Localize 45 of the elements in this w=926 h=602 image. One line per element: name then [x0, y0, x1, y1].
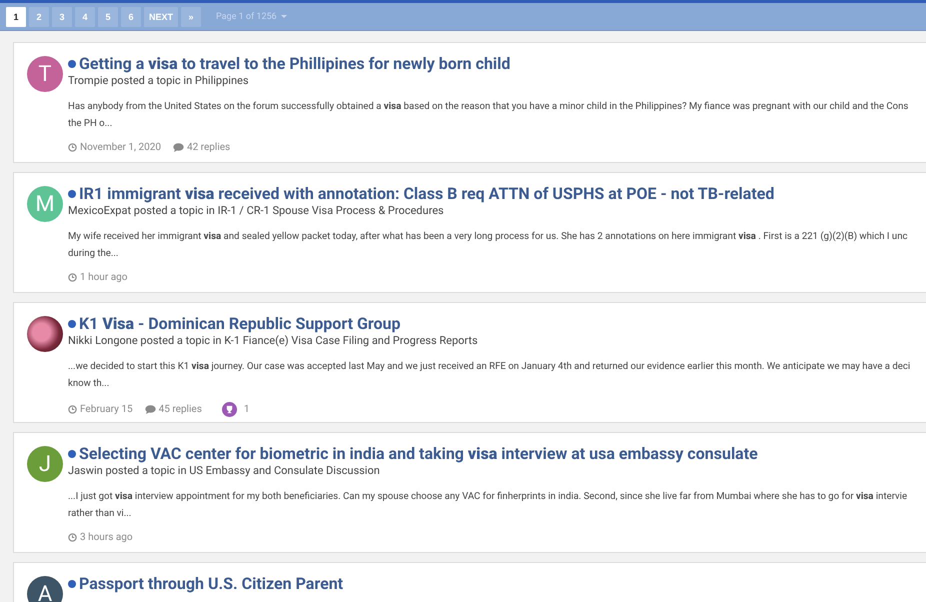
comment-icon — [144, 405, 156, 414]
topic-link[interactable]: Passport through U.S. Citizen Parent — [79, 574, 344, 593]
excerpt-text: My wife received her immigrant visa and sealed yellow packet today, after what has been a very long process for us. She has 2 annotations on here immigrant visa . First is a 221 (g)(2)(B) which I unc — [68, 230, 908, 244]
topic-link[interactable]: Selecting VAC center for biometric in india and taking visa interview at usa embassy consulate — [79, 444, 758, 463]
topic-meta: Jaswin posted a topic in US Embassy and Consulate Discussion — [68, 464, 381, 477]
avatar[interactable]: A — [27, 576, 63, 602]
page-button[interactable]: 6 — [121, 6, 141, 26]
excerpt-text: ...we decided to start this K1 visa journey. Our case was accepted last May and we just received an RFE on January 4th and returned our evidence earlier this month. We anticipate we may have a deci — [68, 360, 910, 374]
topic-link[interactable]: IR1 immigrant visa received with annotation: Class B req ATTN of USPHS at POE - not TB-related — [79, 184, 774, 203]
avatar[interactable]: M — [27, 186, 63, 222]
clock-icon — [68, 143, 77, 152]
post-date: November 1, 2020 — [80, 142, 161, 153]
clock-icon — [68, 533, 77, 542]
comment-icon — [172, 143, 184, 152]
trophy-icon — [222, 402, 237, 417]
page-button[interactable]: 5 — [98, 6, 118, 26]
page-button[interactable]: 2 — [29, 6, 49, 26]
reply-count: 42 replies — [186, 142, 230, 153]
photo-placeholder[interactable] — [27, 316, 63, 352]
page-jump-dropdown[interactable]: Page 1 of 1256 — [216, 12, 287, 22]
post-date: 1 hour ago — [80, 272, 128, 283]
reaction-count: 1 — [244, 404, 250, 415]
avatar[interactable]: T — [27, 56, 63, 92]
page-button[interactable]: 4 — [75, 6, 95, 26]
topic-link[interactable]: K1 Visa - Dominican Republic Support Group — [79, 314, 400, 333]
topic-meta: MexicoExpat posted a topic in IR-1 / CR-1 Spouse Visa Process & Procedures — [68, 204, 445, 217]
next-button[interactable]: NEXT — [144, 6, 178, 26]
clock-icon — [68, 405, 77, 414]
clock-icon — [68, 273, 77, 282]
topic-meta: Nikki Longone posted a topic in K-1 Fiance(e) Visa Case Filing and Progress Reports — [68, 334, 479, 347]
excerpt-text: ...I just got visa interview appointment for my both beneficiaries. Can my spouse choose any VAC for finherprints in india. Second, since she live far from Mumbai where she has to go for visa intervie — [68, 490, 908, 504]
excerpt-text: Has anybody from the United States on the forum successfully obtained a visa based on the reason that you have a minor child in the Philippines? My fiance was pregnant with our child and the Cons — [68, 100, 908, 114]
excerpt-text: the PH o... — [68, 117, 114, 131]
topic-link[interactable]: Getting a visa to travel to the Phillipines for newly born child — [79, 54, 510, 73]
last-page-button[interactable]: » — [181, 6, 202, 26]
reply-count: 45 replies — [158, 404, 202, 415]
post-date: 3 hours ago — [80, 532, 133, 543]
page-button[interactable]: 3 — [52, 6, 72, 26]
excerpt-text: know th... — [68, 377, 110, 391]
topic-meta: Trompie posted a topic in Philippines — [68, 74, 250, 87]
page-button[interactable]: 1 — [6, 6, 26, 26]
post-date: February 15 — [80, 404, 133, 415]
excerpt-text: rather than vi... — [68, 507, 132, 521]
avatar[interactable]: J — [27, 446, 63, 482]
excerpt-text: during the... — [68, 247, 120, 261]
